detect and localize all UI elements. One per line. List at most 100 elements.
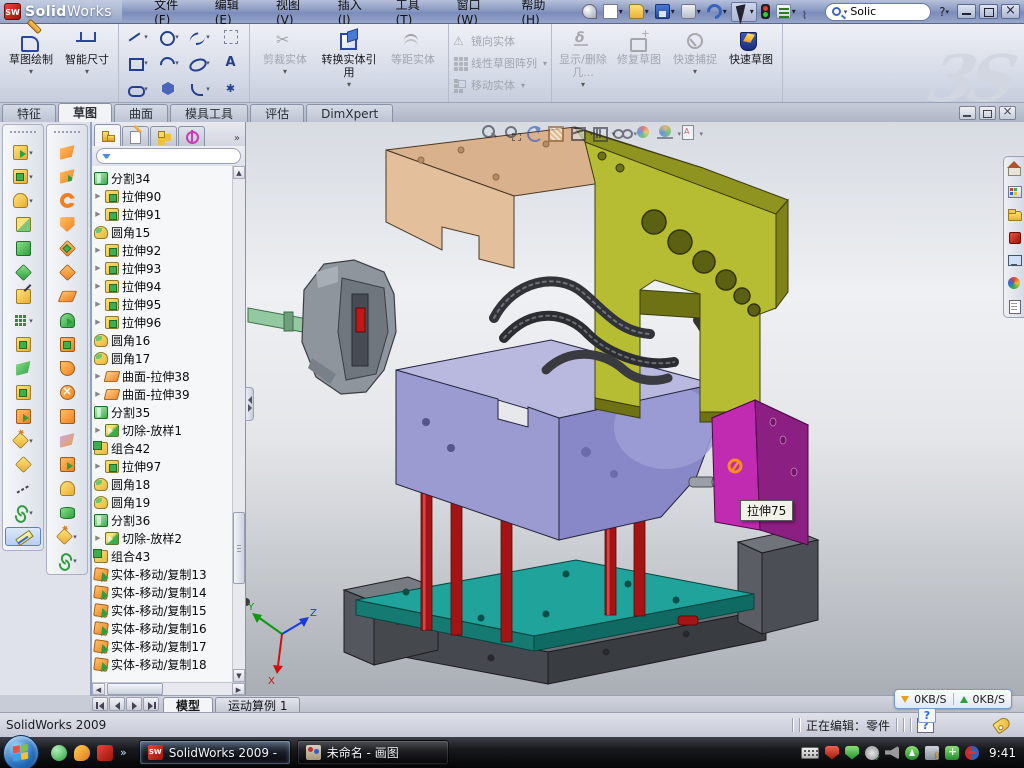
search-input[interactable]	[850, 5, 920, 18]
toolbar-button[interactable]: ▾	[49, 431, 85, 450]
toolbar-button[interactable]: ▾	[49, 503, 85, 522]
command-button[interactable]: 等距实体 ▾	[382, 27, 444, 99]
chevron-down-icon[interactable]: ▾	[29, 197, 33, 205]
quick-launch-icon[interactable]	[97, 745, 113, 761]
tree-item[interactable]: ▶ 组合43	[94, 547, 231, 565]
tree-item[interactable]: ▶ 圆角18	[94, 475, 231, 493]
chevron-down-icon[interactable]: ▾	[175, 59, 179, 67]
tray-icon[interactable]	[925, 746, 939, 760]
expander-icon[interactable]: ▶	[94, 318, 102, 326]
sketch-entity-button[interactable]: ▾	[216, 51, 245, 75]
expander-icon[interactable]: ▶	[94, 426, 102, 434]
chevron-down-icon[interactable]: ▾	[581, 80, 585, 89]
view-tool-button[interactable]: ▾	[547, 124, 564, 141]
toolbar-button[interactable]: ▾	[49, 551, 85, 570]
taskbar-clock[interactable]: 9:41	[989, 746, 1016, 760]
chevron-down-icon[interactable]: ▾	[844, 8, 848, 16]
task-pane-tab[interactable]	[1007, 184, 1022, 198]
toolbar-button[interactable]: ▾	[49, 215, 85, 234]
core-block[interactable]	[396, 340, 718, 540]
toolbar-button[interactable]: ▾	[601, 2, 625, 22]
chevron-down-icon[interactable]: ▾	[29, 149, 33, 157]
toolbar-button[interactable]: ▾	[49, 143, 85, 162]
quick-launch-icon[interactable]	[74, 745, 90, 761]
command-button[interactable]: 转换实体引用 ▾	[318, 27, 380, 99]
view-tool-button[interactable]: ▾	[569, 124, 586, 141]
toolbar-button[interactable]: ▾	[5, 479, 41, 498]
tree-item[interactable]: ▶ 圆角15	[94, 223, 231, 241]
tray-icon[interactable]	[905, 746, 919, 760]
command-button[interactable]: 修复草图 ▾	[612, 27, 666, 99]
chevron-down-icon[interactable]: ▾	[671, 7, 675, 16]
search-box[interactable]: ▾	[825, 3, 931, 21]
toolbar-button[interactable]: ▾	[49, 455, 85, 474]
command-button[interactable]: 线性草图阵列 ▾	[453, 53, 547, 73]
chevron-down-icon[interactable]: ▾	[73, 557, 77, 565]
command-button[interactable]: 剪裁实体 ▾	[254, 27, 316, 99]
tree-item[interactable]: ▶ 拉伸96	[94, 313, 231, 331]
ribbon-tab[interactable]: 草图	[58, 103, 112, 122]
sketch-entity-button[interactable]: ▾	[123, 51, 152, 75]
command-button[interactable]: 快速捕捉 ▾	[668, 27, 722, 99]
manager-tab[interactable]	[178, 126, 205, 146]
first-tab-button[interactable]	[92, 697, 108, 711]
sketch-entity-button[interactable]: ▾	[185, 25, 214, 49]
scroll-down-button[interactable]: ▼	[233, 669, 245, 682]
tree-item[interactable]: ▶ 实体-移动/复制14	[94, 583, 231, 601]
toolbar-button[interactable]: ▾	[49, 383, 85, 402]
ribbon-tab[interactable]: 曲面	[114, 104, 168, 122]
toolbar-button[interactable]: ▾	[627, 2, 651, 22]
toolbar-button[interactable]: ▾	[49, 287, 85, 306]
command-button[interactable]: 移动实体 ▾	[453, 75, 547, 95]
tree-vertical-scrollbar[interactable]: ▲ ▼	[232, 166, 245, 682]
ribbon-tab[interactable]: 模具工具	[170, 104, 248, 122]
tree-item[interactable]: ▶ 组合42	[94, 439, 231, 457]
minimize-button[interactable]	[957, 4, 976, 19]
manager-tab[interactable]	[122, 126, 149, 146]
toolbar-button[interactable]: ▾	[5, 191, 41, 210]
widget-help-button[interactable]: ?	[918, 708, 936, 723]
chevron-down-icon[interactable]: ▾	[697, 7, 701, 16]
next-tab-button[interactable]	[126, 697, 142, 711]
view-tool-button[interactable]: ▾	[525, 124, 542, 141]
ribbon-tab[interactable]: 特征	[2, 104, 56, 122]
quick-launch-overflow[interactable]: »	[120, 745, 127, 761]
tree-item[interactable]: ▶ 曲面-拉伸39	[94, 385, 231, 403]
toolbar-button[interactable]: ▾	[49, 527, 85, 546]
ribbon-tab[interactable]: DimXpert	[306, 104, 393, 122]
toolbar-button[interactable]: ▾	[5, 239, 41, 258]
tree-item[interactable]: ▶ 分割36	[94, 511, 231, 529]
chevron-down-icon[interactable]: ▾	[144, 33, 148, 41]
tree-item[interactable]: ▶ 圆角17	[94, 349, 231, 367]
view-tool-button[interactable]: ▾	[503, 124, 520, 141]
chevron-down-icon[interactable]: ▾	[29, 317, 33, 325]
sketch-entity-button[interactable]: ▾	[185, 77, 214, 101]
toolbar-button[interactable]: ▾	[49, 335, 85, 354]
doc-restore-button[interactable]	[979, 106, 996, 120]
toolbar-button[interactable]: ▾	[5, 215, 41, 234]
insert-block-magenta[interactable]	[712, 400, 808, 545]
expander-icon[interactable]: ▶	[94, 210, 102, 218]
tray-icon[interactable]	[965, 746, 979, 760]
expander-icon[interactable]: ▶	[94, 192, 102, 200]
tree-item[interactable]: ▶ 拉伸97	[94, 457, 231, 475]
toolbar-button[interactable]: ▾	[49, 263, 85, 282]
chevron-down-icon[interactable]: ▾	[29, 173, 33, 181]
toolbar-button[interactable]: ▾	[731, 2, 757, 22]
toolbar-button[interactable]: ▾	[705, 2, 729, 22]
tree-item[interactable]: ▶ 实体-移动/复制15	[94, 601, 231, 619]
last-tab-button[interactable]	[143, 697, 159, 711]
chevron-down-icon[interactable]: ▾	[693, 67, 697, 76]
view-tool-button[interactable]: ▾	[679, 124, 696, 141]
tree-item[interactable]: ▶ 实体-移动/复制17	[94, 637, 231, 655]
toolbar-button[interactable]: ▾	[49, 191, 85, 210]
start-button[interactable]	[3, 735, 39, 768]
tree-item[interactable]: ▶ 切除-放样1	[94, 421, 231, 439]
toolbar-button[interactable]: ▾	[800, 2, 819, 22]
toolbar-button[interactable]: ▾	[679, 2, 703, 22]
command-button[interactable]: 镜向实体 ▾	[453, 31, 547, 51]
task-pane-tab[interactable]	[1007, 253, 1022, 267]
chevron-down-icon[interactable]: ▾	[29, 67, 33, 76]
sketch-entity-button[interactable]: ▾	[123, 77, 152, 101]
chevron-down-icon[interactable]: ▾	[750, 7, 754, 16]
